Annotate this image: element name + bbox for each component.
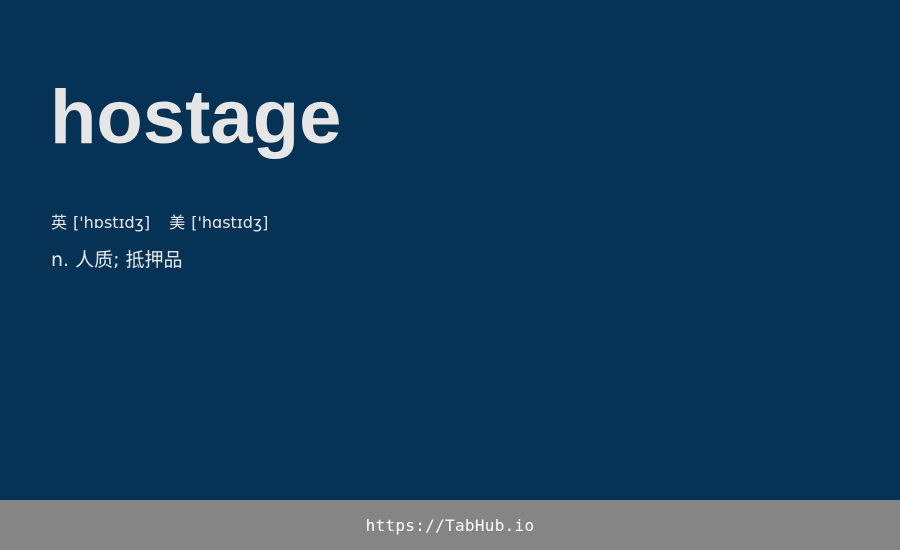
uk-pronunciation: 英 ['hɒstɪdʒ]	[51, 212, 150, 234]
us-pronunciation: 美 ['hɑstɪdʒ]	[169, 212, 268, 234]
phonetics-row: 英 ['hɒstɪdʒ] 美 ['hɑstɪdʒ]	[51, 212, 268, 234]
uk-label: 英	[51, 213, 68, 232]
word-card: hostage 英 ['hɒstɪdʒ] 美 ['hɑstɪdʒ] n. 人质; 抵押…	[0, 0, 900, 500]
us-label: 美	[169, 213, 186, 232]
tabhub-link[interactable]: https://TabHub.io	[366, 516, 535, 535]
footer-bar: https://TabHub.io	[0, 500, 900, 550]
definition-text: 人质; 抵押品	[75, 249, 183, 271]
uk-ipa: ['hɒstɪdʒ]	[73, 213, 151, 232]
us-ipa: ['hɑstɪdʒ]	[191, 213, 269, 232]
part-of-speech: n.	[51, 249, 70, 271]
definition-row: n. 人质; 抵押品	[51, 247, 183, 273]
word-title: hostage	[50, 75, 342, 160]
